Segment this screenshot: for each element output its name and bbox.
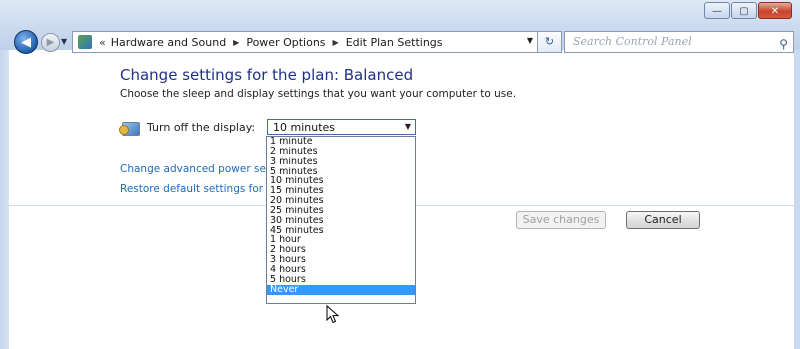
display-icon — [119, 122, 140, 136]
search-input[interactable]: Search Control Panel ⚲ — [564, 31, 794, 53]
mouse-pointer-icon — [326, 305, 340, 324]
breadcrumb-edit-plan-settings[interactable]: Edit Plan Settings — [346, 36, 443, 49]
address-bar[interactable]: « Hardware and Sound ▶ Power Options ▶ E… — [72, 31, 538, 53]
save-changes-button[interactable]: Save changes — [516, 211, 606, 229]
control-panel-icon — [78, 35, 92, 49]
address-dropdown-icon[interactable]: ▼ — [527, 36, 533, 45]
power-options-window: — ▢ ✕ ◀ ▶ ▼ « Hardware and Sound ▶ Power… — [0, 0, 800, 349]
dropdown-option[interactable]: 1 hour — [267, 235, 415, 245]
display-timeout-select[interactable]: 10 minutes ▼ — [267, 119, 416, 135]
chevron-right-icon[interactable]: ▶ — [333, 38, 339, 47]
title-bar: — ▢ ✕ ◀ ▶ ▼ « Hardware and Sound ▶ Power… — [0, 0, 800, 54]
window-controls: — ▢ ✕ — [703, 2, 792, 19]
dropdown-option[interactable]: 3 minutes — [267, 157, 415, 167]
search-icon[interactable]: ⚲ — [779, 34, 788, 54]
dropdown-option[interactable]: 2 hours — [267, 245, 415, 255]
dropdown-option[interactable]: 5 hours — [267, 275, 415, 285]
window-frame-left — [0, 50, 9, 349]
dropdown-option-highlighted[interactable]: Never — [267, 284, 415, 295]
recent-pages-dropdown[interactable]: ▼ — [61, 37, 67, 46]
search-placeholder: Search Control Panel — [573, 35, 692, 48]
page-subtitle: Choose the sleep and display settings th… — [120, 88, 517, 100]
dropdown-option[interactable]: 15 minutes — [267, 186, 415, 196]
dropdown-option[interactable]: 1 minute — [267, 137, 415, 147]
back-arrow-icon[interactable]: ◀ — [14, 30, 38, 54]
chevron-right-icon[interactable]: ▶ — [233, 38, 239, 47]
display-timeout-value: 10 minutes — [273, 121, 336, 134]
dropdown-option[interactable]: 4 hours — [267, 265, 415, 275]
maximize-button[interactable]: ▢ — [731, 2, 757, 19]
close-button[interactable]: ✕ — [758, 2, 792, 19]
dropdown-option[interactable]: 20 minutes — [267, 196, 415, 206]
cancel-button[interactable]: Cancel — [626, 211, 700, 229]
dropdown-option[interactable]: 5 minutes — [267, 167, 415, 177]
dropdown-option[interactable]: 45 minutes — [267, 226, 415, 236]
page-title: Change settings for the plan: Balanced — [120, 66, 414, 84]
dropdown-option[interactable]: 30 minutes — [267, 216, 415, 226]
chevron-down-icon[interactable]: ▼ — [405, 122, 411, 131]
breadcrumb-power-options[interactable]: Power Options — [246, 36, 325, 49]
forward-arrow-icon[interactable]: ▶ — [41, 33, 60, 52]
window-frame-right — [794, 50, 800, 349]
refresh-icon[interactable]: ↻ — [538, 31, 562, 53]
dropdown-option[interactable]: 25 minutes — [267, 206, 415, 216]
dropdown-option[interactable]: 10 minutes — [267, 176, 415, 186]
minimize-button[interactable]: — — [704, 2, 730, 19]
breadcrumb-hardware-and-sound[interactable]: Hardware and Sound — [111, 36, 226, 49]
display-timeout-dropdown[interactable]: 1 minute 2 minutes 3 minutes 5 minutes 1… — [266, 136, 416, 304]
display-timeout-label: Turn off the display: — [147, 121, 256, 134]
dropdown-option[interactable]: 3 hours — [267, 255, 415, 265]
dropdown-option[interactable]: 2 minutes — [267, 147, 415, 157]
breadcrumb-overflow[interactable]: « — [99, 36, 106, 49]
